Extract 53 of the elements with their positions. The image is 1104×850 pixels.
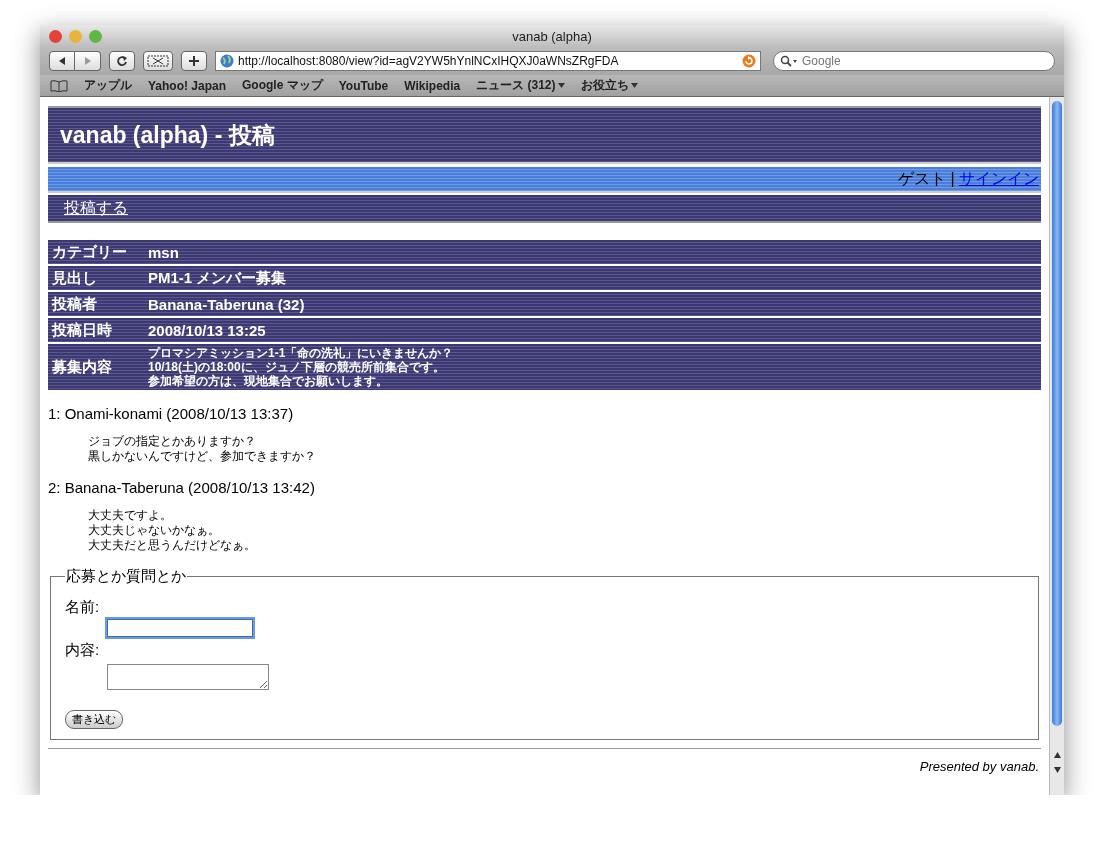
field-value: Banana-Taberuna (32) bbox=[148, 295, 306, 313]
field-label: 内容: bbox=[65, 641, 101, 660]
bookmark-item[interactable]: ニュース (312) bbox=[476, 77, 565, 94]
comment-header: 2: Banana-Taberuna (2008/10/13 13:42) bbox=[48, 479, 316, 496]
forward-button[interactable] bbox=[75, 51, 101, 71]
name-input[interactable] bbox=[107, 619, 253, 637]
forward-arrow-icon bbox=[82, 56, 93, 66]
scissors-icon bbox=[147, 55, 169, 67]
scroll-thumb[interactable] bbox=[1052, 101, 1062, 726]
field-value: プロマシアミッション1-1「命の洗礼」にいきませんか？ 10/18(土)の18:00に、ジュノ下層の競売所前集合です。 参加希望の方は、現地集合でお願いします。 bbox=[148, 345, 455, 390]
reload-icon bbox=[116, 55, 128, 67]
address-field[interactable]: http://localhost:8080/view?id=agV2YW5hYnlNCxIHQXJ0aWNsZRgFDA bbox=[215, 51, 761, 71]
bookmark-item[interactable]: お役立ち bbox=[580, 77, 638, 94]
field-label: 投稿者 bbox=[50, 294, 98, 314]
window-title: vanab (alpha) bbox=[512, 29, 592, 44]
close-icon[interactable] bbox=[49, 29, 62, 43]
comment-header: 1: Onami-konami (2008/10/13 13:37) bbox=[48, 405, 295, 422]
field-value: msn bbox=[148, 243, 180, 261]
add-bookmark-button[interactable] bbox=[181, 51, 207, 71]
form-legend: 応募とか質問とか bbox=[65, 567, 187, 586]
submit-button[interactable]: 書き込む bbox=[65, 710, 123, 729]
book-icon[interactable] bbox=[50, 79, 68, 92]
snippet-button[interactable] bbox=[143, 51, 173, 71]
content-textarea[interactable] bbox=[107, 664, 269, 690]
globe-icon bbox=[220, 54, 234, 68]
scrollbar[interactable] bbox=[1049, 97, 1064, 795]
page-title: vanab (alpha) - 投稿 bbox=[60, 120, 275, 150]
bookmark-item[interactable]: YouTube bbox=[338, 78, 389, 93]
plus-icon bbox=[188, 55, 200, 67]
back-arrow-icon bbox=[57, 56, 67, 66]
field-value: PM1-1 メンバー募集 bbox=[148, 268, 288, 288]
scroll-down-icon[interactable] bbox=[1053, 767, 1061, 773]
scroll-up-icon[interactable] bbox=[1053, 752, 1061, 758]
search-icon bbox=[780, 55, 798, 67]
comment-text: ジョブの指定とかありますか？ 黒しかないんですけど、参加できますか？ bbox=[88, 434, 317, 464]
bookmark-item[interactable]: アップル bbox=[84, 77, 132, 94]
field-label: 名前: bbox=[65, 598, 101, 617]
guest-label: ゲスト | bbox=[897, 168, 956, 189]
bookmark-item[interactable]: Wikipedia bbox=[404, 78, 461, 93]
back-button[interactable] bbox=[49, 51, 75, 71]
bookmark-item[interactable]: Google マップ bbox=[242, 77, 323, 94]
bookmark-item[interactable]: Yahoo! Japan bbox=[148, 78, 227, 93]
field-label: 募集内容 bbox=[51, 357, 113, 377]
field-label: 投稿日時 bbox=[50, 320, 113, 340]
search-field[interactable]: Google bbox=[773, 51, 1055, 71]
reload-button[interactable] bbox=[109, 51, 135, 71]
comment-text: 大丈夫ですよ。 大丈夫じゃないかなぁ。 大丈夫だと思うんだけどなぁ。 bbox=[88, 508, 257, 553]
post-link[interactable]: 投稿する bbox=[64, 197, 128, 219]
field-label: 見出し bbox=[51, 268, 98, 288]
reload-arrow-icon[interactable] bbox=[742, 54, 756, 68]
field-label: カテゴリー bbox=[51, 242, 128, 262]
field-value: 2008/10/13 13:25 bbox=[148, 321, 267, 339]
footer-text: Presented by vanab. bbox=[918, 759, 1040, 774]
